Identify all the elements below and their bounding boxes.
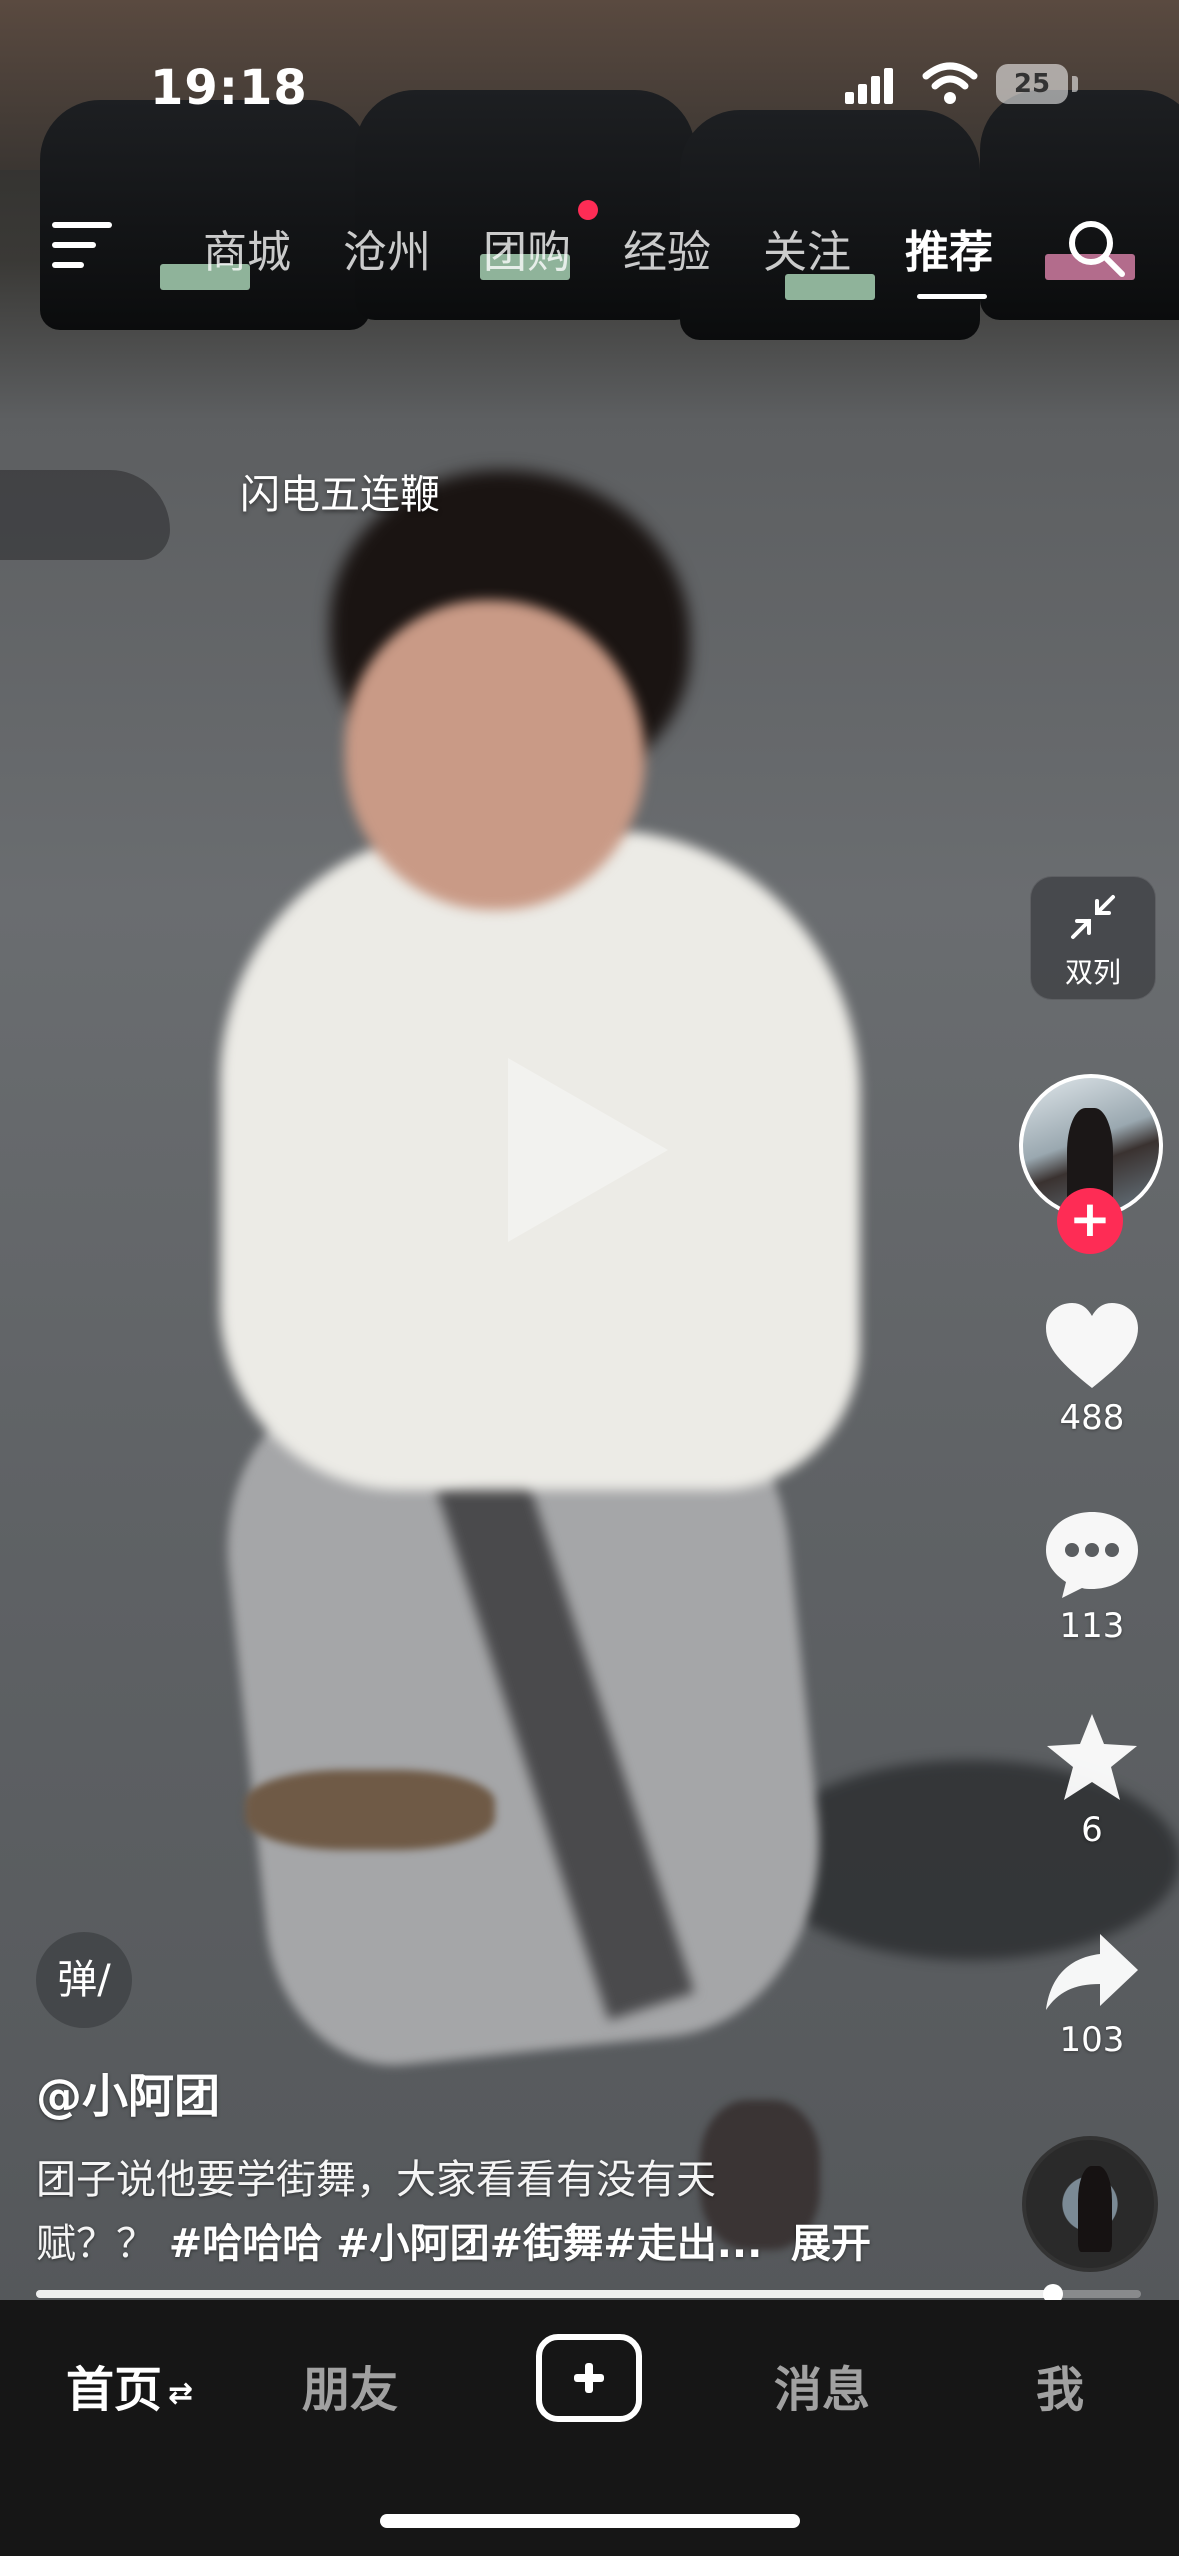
active-tab-indicator: [917, 294, 987, 299]
music-disc[interactable]: [1022, 2136, 1158, 2272]
video-subject: [245, 1770, 495, 1850]
create-button[interactable]: [536, 2334, 642, 2422]
bottom-tab-me[interactable]: 我: [1036, 2350, 1084, 2420]
douyin-feed-screen: 19:18 25 商城 沧州 团购 经验 关注 推荐 闪电五连鞭 双列 + 48…: [0, 0, 1179, 2556]
share-arrow-icon: [1046, 1934, 1138, 2010]
danmu-toggle-button[interactable]: 弹/: [36, 1932, 132, 2028]
dual-column-button[interactable]: 双列: [1030, 876, 1156, 1000]
video-subject: [345, 600, 645, 910]
tab-mall[interactable]: 商城: [203, 216, 291, 280]
status-bar: 19:18 25: [0, 0, 1179, 150]
tab-local[interactable]: 沧州: [343, 216, 431, 280]
description-line: 赋？？ #哈哈哈 #小阿团#街舞#走出... 展开: [36, 2212, 916, 2276]
cellular-signal-icon: [845, 66, 895, 104]
video-overlay-text: 闪电五连鞭: [240, 472, 440, 518]
battery-tip: [1072, 76, 1078, 92]
expand-link[interactable]: 展开: [791, 2221, 871, 2267]
bottom-tab-friends[interactable]: 朋友: [302, 2350, 398, 2420]
battery-icon: 25: [996, 64, 1068, 104]
video-floor-marking: [0, 470, 170, 560]
search-icon[interactable]: [1064, 216, 1128, 280]
hashtags[interactable]: #哈哈哈 #小阿团#街舞#走出...: [169, 2221, 763, 2267]
progress-fill: [36, 2290, 1053, 2298]
share-count: 103: [1059, 2020, 1125, 2060]
comment-button[interactable]: 113: [1030, 1508, 1154, 1646]
heart-icon: [1046, 1303, 1138, 1388]
favorite-button[interactable]: 6: [1030, 1712, 1154, 1850]
author-name[interactable]: @小阿团: [36, 2060, 220, 2126]
comment-count: 113: [1059, 1606, 1125, 1646]
video-player[interactable]: [0, 0, 1179, 2300]
home-indicator: [380, 2514, 800, 2528]
follow-plus-button[interactable]: +: [1057, 1188, 1123, 1254]
like-button[interactable]: 488: [1030, 1300, 1154, 1438]
share-button[interactable]: 103: [1030, 1930, 1154, 2060]
description-text: 赋？？: [36, 2221, 156, 2267]
tab-group-buy[interactable]: 团购: [483, 216, 571, 280]
collapse-arrows-icon: [1071, 895, 1115, 939]
dual-column-label: 双列: [1064, 956, 1121, 989]
switch-icon: ⇄: [168, 2375, 194, 2411]
bottom-tab-home[interactable]: 首页 ⇄: [66, 2350, 193, 2420]
wifi-icon: [922, 62, 978, 104]
status-time: 19:18: [150, 60, 308, 116]
tab-following[interactable]: 关注: [763, 216, 851, 280]
video-progress-bar[interactable]: [36, 2284, 1141, 2304]
plus-icon: [585, 2363, 593, 2393]
notification-dot: [578, 200, 598, 220]
like-count: 488: [1059, 1398, 1125, 1438]
menu-icon[interactable]: [52, 222, 116, 272]
bottom-tab-messages[interactable]: 消息: [774, 2350, 870, 2420]
star-icon: [1047, 1714, 1137, 1800]
tab-experience[interactable]: 经验: [623, 216, 711, 280]
favorite-count: 6: [1081, 1810, 1103, 1850]
bottom-tab-home-label: 首页: [66, 2362, 163, 2418]
play-icon[interactable]: [508, 1058, 668, 1242]
post-description: 团子说他要学街舞，大家看看有没有天 赋？？ #哈哈哈 #小阿团#街舞#走出...…: [36, 2148, 916, 2276]
description-line: 团子说他要学街舞，大家看看有没有天: [36, 2157, 716, 2203]
tab-recommended[interactable]: 推荐: [905, 216, 993, 280]
comment-icon: [1046, 1512, 1138, 1598]
